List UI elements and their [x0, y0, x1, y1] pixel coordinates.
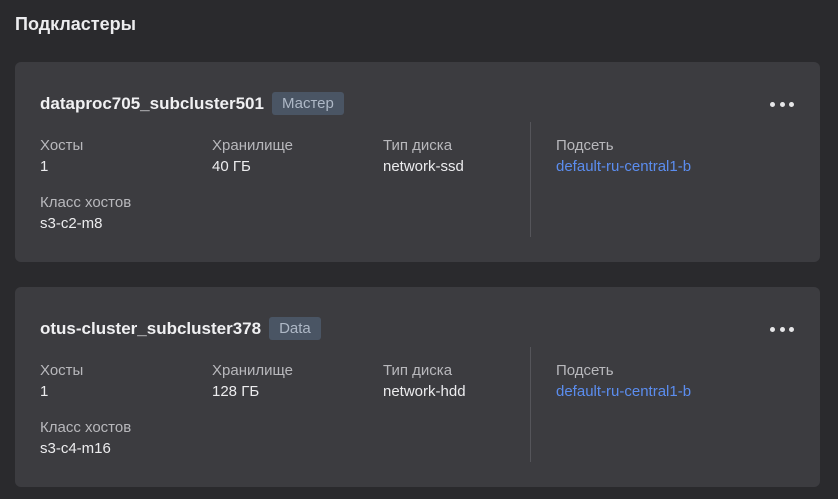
- more-horizontal-icon: [779, 326, 785, 332]
- host-class-label: Класс хостов: [40, 419, 132, 436]
- disk-type-label: Тип диска: [383, 362, 453, 379]
- disk-type-label: Тип диска: [383, 137, 453, 154]
- more-horizontal-icon: [779, 101, 785, 107]
- role-badge: Data: [269, 317, 321, 340]
- more-horizontal-icon: [789, 101, 794, 107]
- subclusters-page: Подкластеры dataproc705_subcluster501 Ма…: [0, 0, 838, 499]
- storage-field: Хранилище 40 ГБ: [212, 135, 293, 177]
- disk-type-value: network-ssd: [383, 158, 464, 175]
- hosts-field: Хосты 1: [40, 360, 83, 402]
- subcluster-name: otus-cluster_subcluster378: [40, 318, 262, 338]
- storage-label: Хранилище: [212, 362, 293, 379]
- storage-value: 128 ГБ: [212, 383, 260, 400]
- disk-type-field: Тип диска network-hdd: [383, 360, 466, 402]
- subcluster-name: dataproc705_subcluster501: [40, 93, 264, 113]
- hosts-field: Хосты 1: [40, 135, 83, 177]
- host-class-value: s3-c4-m16: [40, 440, 111, 457]
- subnet-label: Подсеть: [556, 137, 614, 154]
- storage-label: Хранилище: [212, 137, 293, 154]
- subnet-link[interactable]: default-ru-central1-b: [556, 381, 691, 402]
- more-actions-button[interactable]: [770, 321, 794, 337]
- host-class-field: Класс хостов s3-c2-m8: [40, 192, 131, 234]
- section-title: Подкластеры: [15, 14, 136, 34]
- disk-type-value: network-hdd: [383, 383, 466, 400]
- more-horizontal-icon: [770, 326, 775, 332]
- more-horizontal-icon: [770, 101, 775, 107]
- divider: [530, 347, 531, 462]
- more-actions-button[interactable]: [770, 96, 794, 112]
- subnet-link[interactable]: default-ru-central1-b: [556, 156, 691, 177]
- hosts-label: Хосты: [40, 362, 84, 379]
- subcluster-card: dataproc705_subcluster501 Мастер Хосты 1…: [15, 62, 820, 262]
- host-class-value: s3-c2-m8: [40, 215, 103, 232]
- disk-type-field: Тип диска network-ssd: [383, 135, 464, 177]
- more-horizontal-icon: [789, 326, 794, 332]
- host-class-field: Класс хостов s3-c4-m16: [40, 417, 131, 459]
- host-class-label: Класс хостов: [40, 194, 132, 211]
- subnet-field: Подсеть default-ru-central1-b: [556, 360, 691, 402]
- hosts-value: 1: [40, 158, 49, 175]
- storage-field: Хранилище 128 ГБ: [212, 360, 293, 402]
- role-badge: Мастер: [271, 92, 344, 115]
- card-header: otus-cluster_subcluster378 Data: [40, 317, 321, 340]
- storage-value: 40 ГБ: [212, 158, 251, 175]
- hosts-value: 1: [40, 383, 49, 400]
- hosts-label: Хосты: [40, 137, 84, 154]
- subnet-label: Подсеть: [556, 362, 614, 379]
- divider: [530, 122, 531, 237]
- subnet-field: Подсеть default-ru-central1-b: [556, 135, 691, 177]
- card-header: dataproc705_subcluster501 Мастер: [40, 92, 344, 115]
- subcluster-card: otus-cluster_subcluster378 Data Хосты 1 …: [15, 287, 820, 487]
